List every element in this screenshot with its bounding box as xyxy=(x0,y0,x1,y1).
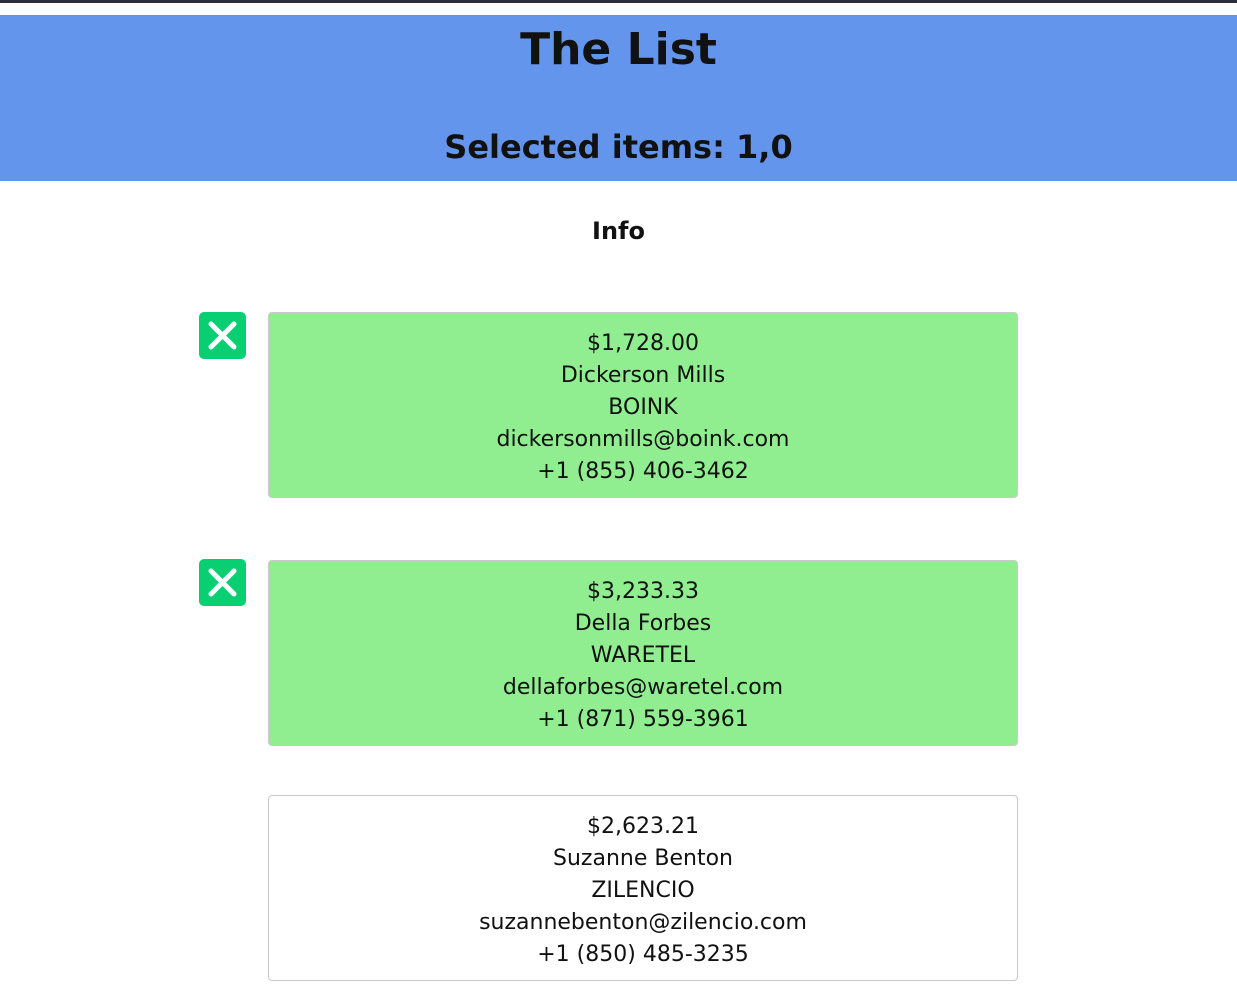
item-phone: +1 (871) 559-3961 xyxy=(537,707,749,732)
page-title: The List xyxy=(520,24,717,75)
item-company: WARETEL xyxy=(590,643,696,668)
item-card[interactable]: $3,233.33 Della Forbes WARETEL dellaforb… xyxy=(268,560,1018,746)
item-name: Suzanne Benton xyxy=(553,846,733,871)
list-item: $3,233.33 Della Forbes WARETEL dellaforb… xyxy=(0,559,1237,747)
item-phone: +1 (855) 406-3462 xyxy=(537,459,749,484)
list-item: $1,728.00 Dickerson Mills BOINK dickerso… xyxy=(0,312,1237,500)
item-email: suzannebenton@zilencio.com xyxy=(479,910,807,935)
list-item: $2,623.21 Suzanne Benton ZILENCIO suzann… xyxy=(0,795,1237,983)
item-card[interactable]: $2,623.21 Suzanne Benton ZILENCIO suzann… xyxy=(268,795,1018,981)
item-name: Della Forbes xyxy=(574,611,712,636)
item-company: BOINK xyxy=(608,395,678,420)
info-heading: Info xyxy=(592,217,645,245)
item-card[interactable]: $1,728.00 Dickerson Mills BOINK dickerso… xyxy=(268,312,1018,498)
item-phone: +1 (850) 485-3235 xyxy=(537,942,749,967)
item-balance: $2,623.21 xyxy=(587,814,699,839)
close-icon xyxy=(208,321,237,350)
item-name: Dickerson Mills xyxy=(560,363,726,388)
top-border xyxy=(0,0,1237,3)
selected-items-label: Selected items: 1,0 xyxy=(444,128,793,166)
remove-item-button[interactable] xyxy=(199,312,246,359)
item-email: dickersonmills@boink.com xyxy=(496,427,790,452)
item-company: ZILENCIO xyxy=(591,878,695,903)
item-balance: $3,233.33 xyxy=(587,579,699,604)
remove-item-button[interactable] xyxy=(199,559,246,606)
close-icon xyxy=(208,568,237,597)
page-header: The List Selected items: 1,0 xyxy=(0,15,1237,181)
item-email: dellaforbes@waretel.com xyxy=(502,675,784,700)
item-balance: $1,728.00 xyxy=(587,331,699,356)
